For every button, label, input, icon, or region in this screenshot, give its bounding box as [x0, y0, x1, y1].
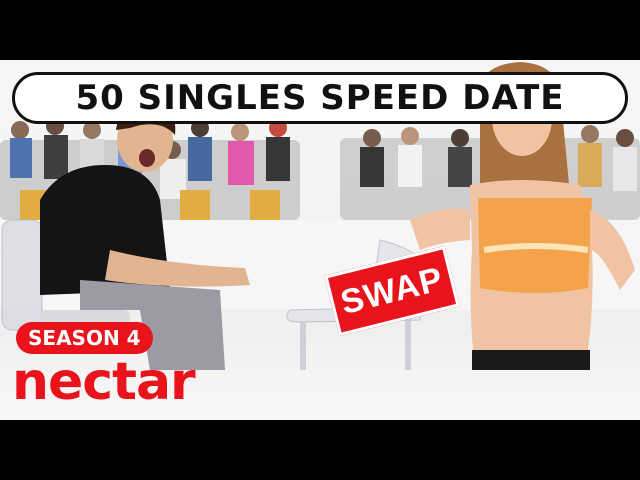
title-banner: 50 SINGLES SPEED DATE: [12, 72, 628, 124]
logo-wordmark: nectar: [12, 352, 196, 412]
season-badge: SEASON 4: [16, 322, 153, 354]
video-title: 50 SINGLES SPEED DATE: [75, 78, 565, 118]
nectar-logo: nectar: [12, 352, 196, 412]
thumbnail-frame: SWAP 50 SINGLES SPEED DATE SEASON 4 nect…: [0, 0, 640, 480]
swap-sign-text: SWAP: [336, 259, 447, 322]
season-label: SEASON 4: [28, 326, 141, 350]
